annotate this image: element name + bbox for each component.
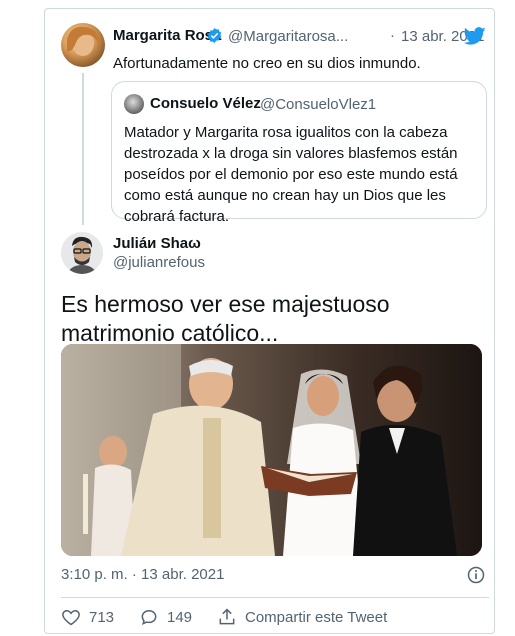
tweet-timestamp[interactable]: 3:10 p. m. · 13 abr. 2021 bbox=[61, 566, 224, 583]
divider bbox=[61, 597, 489, 598]
share-icon bbox=[219, 608, 235, 625]
julian-avatar[interactable] bbox=[61, 232, 103, 274]
reply-count: 149 bbox=[167, 608, 193, 626]
share-label: Compartir este Tweet bbox=[245, 608, 388, 626]
quoted-author-handle: @ConsueloVlez1 bbox=[260, 96, 377, 113]
thread-line bbox=[82, 73, 84, 225]
margarita-avatar[interactable] bbox=[61, 23, 105, 67]
reply-author-name[interactable]: Juliáи Shaω bbox=[113, 235, 201, 252]
like-count: 713 bbox=[89, 608, 115, 626]
quoted-tweet[interactable]: Consuelo Vélez @ConsueloVlez1 Matador y … bbox=[111, 81, 487, 225]
author-handle[interactable]: @Margaritarosa... bbox=[228, 28, 348, 45]
wedding-photo[interactable] bbox=[61, 344, 482, 556]
separator-dot: · bbox=[390, 27, 395, 44]
heart-icon bbox=[62, 609, 80, 626]
share-button[interactable]: Compartir este Tweet bbox=[217, 607, 387, 627]
tweet-card: Margarita Rosa @Margaritarosa... · 13 ab… bbox=[44, 8, 495, 634]
reply-button[interactable]: 149 bbox=[139, 607, 192, 627]
twitter-bird-icon[interactable] bbox=[463, 25, 487, 47]
reply-author-handle[interactable]: @julianrefous bbox=[113, 254, 205, 271]
info-icon[interactable] bbox=[466, 565, 486, 585]
reply-icon bbox=[141, 609, 157, 626]
verified-badge-icon bbox=[207, 28, 222, 43]
like-button[interactable]: 713 bbox=[61, 607, 114, 627]
quoted-author-name: Consuelo Vélez bbox=[150, 95, 261, 112]
quoted-tweet-text: Matador y Margarita rosa igualitos con l… bbox=[124, 124, 458, 225]
tweet-text: Afortunadamente no creo en su dios inmun… bbox=[113, 55, 421, 72]
reply-text: Es hermoso ver ese majestuoso matrimonio… bbox=[61, 291, 390, 346]
consuelo-avatar[interactable] bbox=[124, 94, 144, 114]
